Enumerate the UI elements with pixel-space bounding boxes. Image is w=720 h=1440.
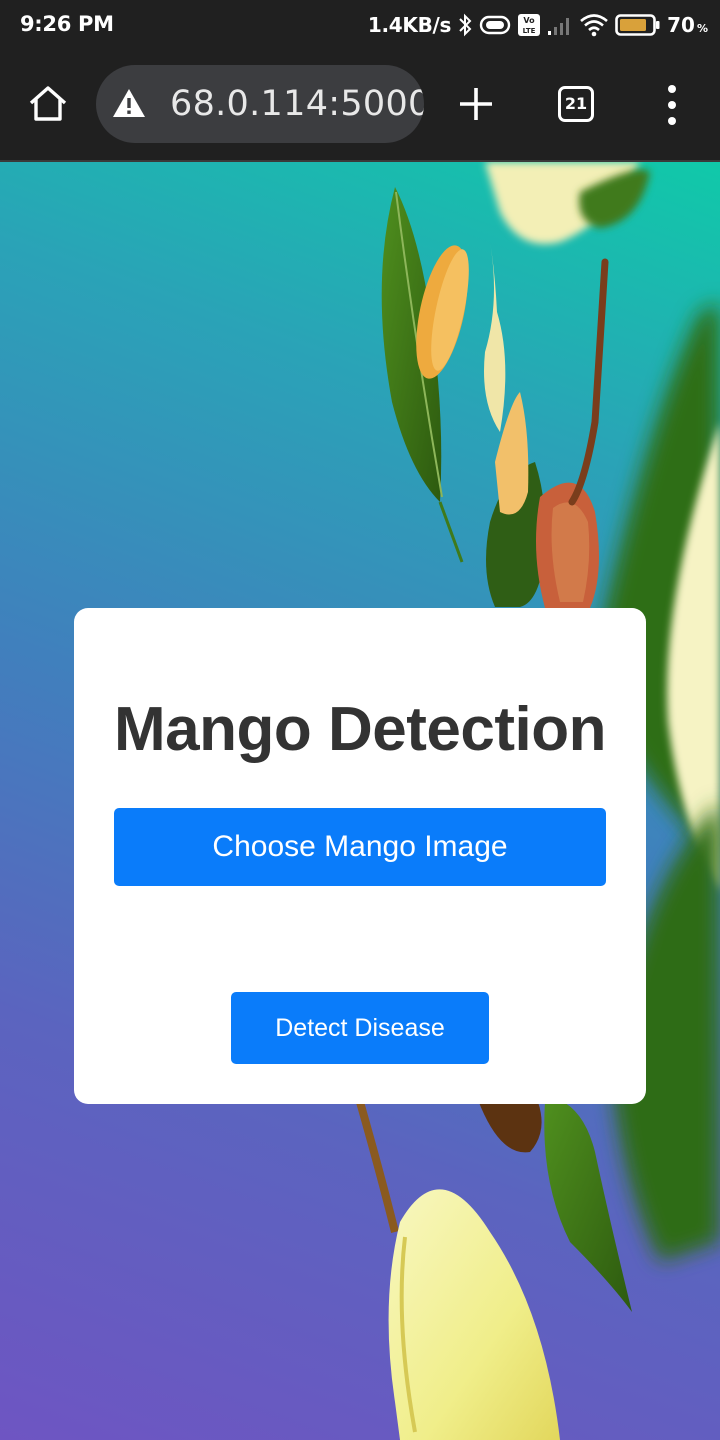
network-speed: 1.4KB/s bbox=[367, 13, 452, 37]
url-text[interactable]: 68.0.114:5000 bbox=[170, 84, 424, 124]
detect-disease-button[interactable]: Detect Disease bbox=[231, 992, 489, 1064]
hotspot-icon bbox=[479, 15, 511, 35]
tabs-icon[interactable]: 21 bbox=[558, 86, 594, 122]
battery-icon bbox=[615, 14, 660, 36]
svg-text:LTE: LTE bbox=[523, 27, 536, 35]
choose-mango-image-button[interactable]: Choose Mango Image bbox=[114, 808, 606, 886]
svg-text:Vo: Vo bbox=[524, 16, 536, 25]
home-icon[interactable] bbox=[26, 82, 70, 126]
status-bar: 9:26 PM 1.4KB/s Vo LTE 70 % bbox=[0, 0, 720, 50]
status-icons: 1.4KB/s Vo LTE 70 % bbox=[368, 10, 708, 40]
kebab-menu-icon[interactable] bbox=[660, 83, 684, 127]
mango-detection-card: Mango Detection Choose Mango Image Detec… bbox=[74, 608, 646, 1104]
page-background: Mango Detection Choose Mango Image Detec… bbox=[0, 162, 720, 1440]
status-time: 9:26 PM bbox=[20, 12, 114, 36]
battery-percent: 70 % bbox=[667, 13, 708, 37]
battery-percent-unit: % bbox=[696, 22, 708, 35]
browser-toolbar: 68.0.114:5000 21 bbox=[0, 50, 720, 162]
plus-icon[interactable] bbox=[456, 84, 496, 124]
bluetooth-icon bbox=[459, 13, 472, 37]
battery-percent-value: 70 bbox=[667, 13, 695, 37]
warning-icon[interactable] bbox=[112, 87, 146, 119]
address-bar[interactable]: 68.0.114:5000 bbox=[96, 65, 424, 143]
volte-icon: Vo LTE bbox=[518, 14, 541, 36]
page-title: Mango Detection bbox=[114, 695, 606, 764]
wifi-icon bbox=[580, 14, 608, 37]
signal-icon bbox=[548, 18, 570, 35]
